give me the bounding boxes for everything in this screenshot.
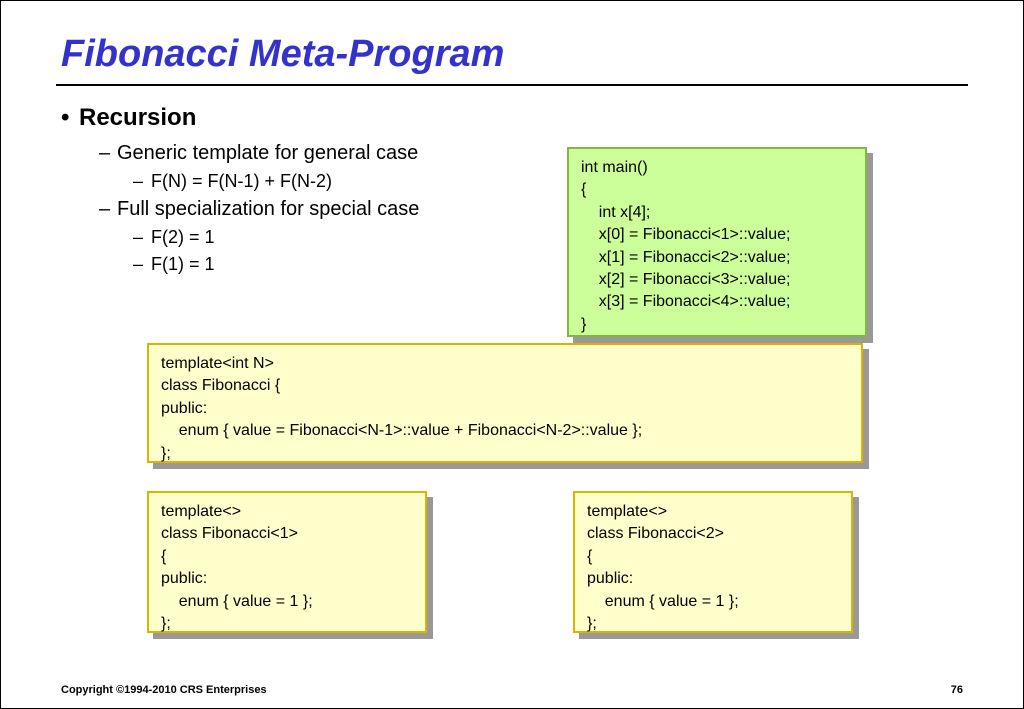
codebox-main: int main() { int x[4]; x[0] = Fibonacci<… <box>567 147 867 337</box>
bullet-recursion: Recursion <box>61 104 963 132</box>
page-number: 76 <box>951 684 963 696</box>
codebox-spec2: template<> class Fibonacci<2> { public: … <box>573 491 853 633</box>
copyright-text: Copyright ©1994-2010 CRS Enterprises <box>61 684 267 696</box>
codebox-general: template<int N> class Fibonacci { public… <box>147 343 863 463</box>
title-divider <box>56 84 968 86</box>
footer: Copyright ©1994-2010 CRS Enterprises 76 <box>61 684 963 696</box>
codebox-spec1: template<> class Fibonacci<1> { public: … <box>147 491 427 633</box>
slide-title: Fibonacci Meta-Program <box>61 33 963 76</box>
